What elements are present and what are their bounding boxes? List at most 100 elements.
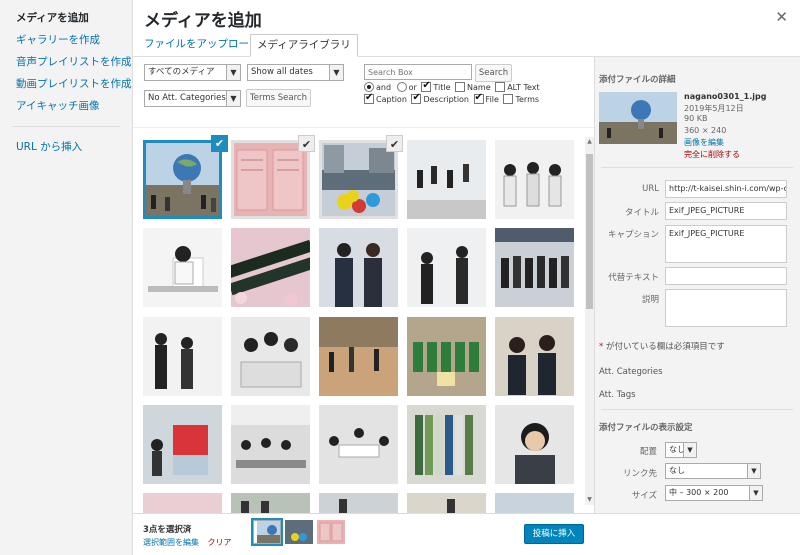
caption-label: キャプション bbox=[607, 230, 659, 240]
or-radio[interactable] bbox=[396, 82, 407, 92]
menu-create-audio-playlist[interactable]: 音声プレイリストを作成 bbox=[0, 51, 132, 73]
caption-field[interactable]: Exif_JPEG_PICTURE bbox=[665, 225, 787, 263]
attachment-thumbnail[interactable] bbox=[143, 228, 222, 307]
grid-scrollbar-thumb[interactable] bbox=[586, 154, 593, 309]
url-field[interactable]: http://t-kaisei.shin-i.com/wp-con bbox=[665, 180, 787, 198]
insert-into-post-button[interactable]: 投稿に挿入 bbox=[524, 524, 584, 544]
chevron-down-icon: ▼ bbox=[749, 486, 762, 500]
description-checkbox[interactable] bbox=[411, 92, 422, 104]
photo-students-laptop bbox=[231, 317, 310, 396]
terms-search-button[interactable]: Terms Search bbox=[246, 89, 311, 107]
menu-add-media[interactable]: メディアを追加 bbox=[0, 7, 132, 29]
attachment-thumbnail[interactable] bbox=[143, 493, 222, 513]
and-radio[interactable] bbox=[364, 82, 374, 92]
photo-meeting-room bbox=[319, 405, 398, 484]
photo-team-green bbox=[407, 317, 486, 396]
edit-selection-link[interactable]: 選択範囲を編集 bbox=[143, 538, 199, 547]
menu-featured-image[interactable]: アイキャッチ画像 bbox=[0, 95, 132, 117]
attachment-thumbnail[interactable] bbox=[495, 140, 574, 219]
caption-checkbox[interactable] bbox=[364, 92, 374, 104]
check-icon[interactable]: ✔ bbox=[298, 135, 315, 152]
search-button[interactable]: Search bbox=[475, 64, 512, 82]
check-icon[interactable]: ✔ bbox=[386, 135, 403, 152]
terms-checkbox[interactable] bbox=[503, 94, 514, 104]
details-dimensions: 360 × 240 bbox=[684, 126, 727, 135]
date-filter-select[interactable]: Show all dates ▼ bbox=[247, 64, 344, 81]
photo-two-graduates bbox=[319, 228, 398, 307]
scroll-up-icon[interactable]: ▲ bbox=[585, 137, 594, 147]
attachment-thumbnail[interactable] bbox=[495, 317, 574, 396]
description-label: Description bbox=[423, 95, 469, 104]
file-checkbox[interactable] bbox=[473, 92, 484, 104]
details-divider bbox=[601, 167, 793, 168]
attachment-thumbnail[interactable] bbox=[407, 493, 486, 513]
attachment-thumbnail[interactable] bbox=[319, 405, 398, 484]
attachment-thumbnail[interactable] bbox=[319, 317, 398, 396]
edit-image-link[interactable]: 画像を編集 bbox=[684, 137, 724, 148]
search-options-row-2: Caption Description File Terms bbox=[364, 92, 539, 106]
attachment-thumbnail[interactable] bbox=[495, 228, 574, 307]
attachment-thumbnail[interactable] bbox=[143, 405, 222, 484]
modal-title: メディアを追加 bbox=[144, 11, 262, 31]
attachment-thumbnail[interactable] bbox=[143, 317, 222, 396]
align-select[interactable]: なし ▼ bbox=[665, 442, 697, 458]
title-field[interactable]: Exif_JPEG_PICTURE bbox=[665, 202, 787, 220]
attachment-thumbnail[interactable] bbox=[407, 405, 486, 484]
delete-permanently-link[interactable]: 完全に削除する bbox=[684, 149, 740, 160]
alt-text-field[interactable] bbox=[665, 267, 787, 285]
photo-outdoor-group bbox=[231, 493, 310, 513]
att-categories-select[interactable]: No Att. Categories ▼ bbox=[144, 90, 241, 107]
attachment-thumbnail[interactable] bbox=[407, 140, 486, 219]
chevron-down-icon: ▼ bbox=[226, 65, 240, 80]
link-to-select[interactable]: なし ▼ bbox=[665, 463, 761, 479]
details-filesize: 90 KB bbox=[684, 114, 708, 123]
menu-insert-from-url[interactable]: URL から挿入 bbox=[0, 136, 132, 158]
name-checkbox[interactable] bbox=[455, 82, 466, 92]
photo-campus bbox=[495, 493, 574, 513]
photo-woman-desk bbox=[143, 228, 222, 307]
attachment-thumbnail[interactable] bbox=[231, 493, 310, 513]
attachment-thumbnail[interactable] bbox=[231, 317, 310, 396]
attachment-thumbnail[interactable] bbox=[407, 317, 486, 396]
selection-thumbnail[interactable] bbox=[317, 520, 345, 544]
alt-text-checkbox[interactable] bbox=[495, 82, 506, 92]
link-to-value: なし bbox=[669, 466, 685, 475]
menu-separator bbox=[12, 126, 120, 127]
photo-diplomas-blossom bbox=[231, 228, 310, 307]
att-categories-label[interactable]: Att. Categories bbox=[599, 367, 663, 377]
close-icon[interactable]: ✕ bbox=[775, 8, 788, 26]
att-tags-label[interactable]: Att. Tags bbox=[599, 390, 636, 400]
tab-upload-files[interactable]: ファイルをアップロード bbox=[138, 34, 266, 57]
photo-students-waving bbox=[407, 228, 486, 307]
photo-gym-basketball bbox=[319, 317, 398, 396]
photo-jumping-students bbox=[407, 140, 486, 219]
selection-thumbnail[interactable] bbox=[285, 520, 313, 544]
menu-create-gallery[interactable]: ギャラリーを作成 bbox=[0, 29, 132, 51]
attachment-thumbnail[interactable] bbox=[495, 493, 574, 513]
caption-label: Caption bbox=[376, 95, 407, 104]
menu-create-video-playlist[interactable]: 動画プレイリストを作成 bbox=[0, 73, 132, 95]
tab-media-library[interactable]: メディアライブラリ bbox=[250, 34, 358, 57]
search-input[interactable] bbox=[364, 64, 472, 80]
title-checkbox[interactable] bbox=[421, 80, 432, 92]
description-field[interactable] bbox=[665, 289, 787, 327]
selection-count: 3点を選択済 bbox=[143, 525, 192, 535]
selection-thumbnail[interactable] bbox=[251, 518, 283, 546]
or-label: or bbox=[408, 83, 417, 92]
media-type-select[interactable]: すべてのメディア ▼ bbox=[144, 64, 241, 81]
selected-check-icon[interactable]: ✔ bbox=[211, 135, 228, 152]
attachment-thumbnail[interactable] bbox=[319, 228, 398, 307]
attachment-thumbnail[interactable] bbox=[407, 228, 486, 307]
attachment-thumbnail[interactable] bbox=[231, 228, 310, 307]
photo-festival-stage bbox=[143, 405, 222, 484]
size-select[interactable]: 中 – 300 × 200 ▼ bbox=[665, 485, 763, 501]
attachment-thumbnail[interactable] bbox=[231, 405, 310, 484]
photo-boy-portrait bbox=[495, 405, 574, 484]
attachment-thumbnail[interactable] bbox=[495, 405, 574, 484]
media-type-value: すべてのメディア bbox=[148, 67, 215, 77]
details-heading: 添付ファイルの詳細 bbox=[599, 75, 676, 85]
attachment-thumbnail[interactable] bbox=[319, 493, 398, 513]
clear-selection-link[interactable]: クリア bbox=[208, 538, 232, 547]
description-label: 説明 bbox=[641, 295, 659, 305]
photo-hall bbox=[319, 493, 398, 513]
